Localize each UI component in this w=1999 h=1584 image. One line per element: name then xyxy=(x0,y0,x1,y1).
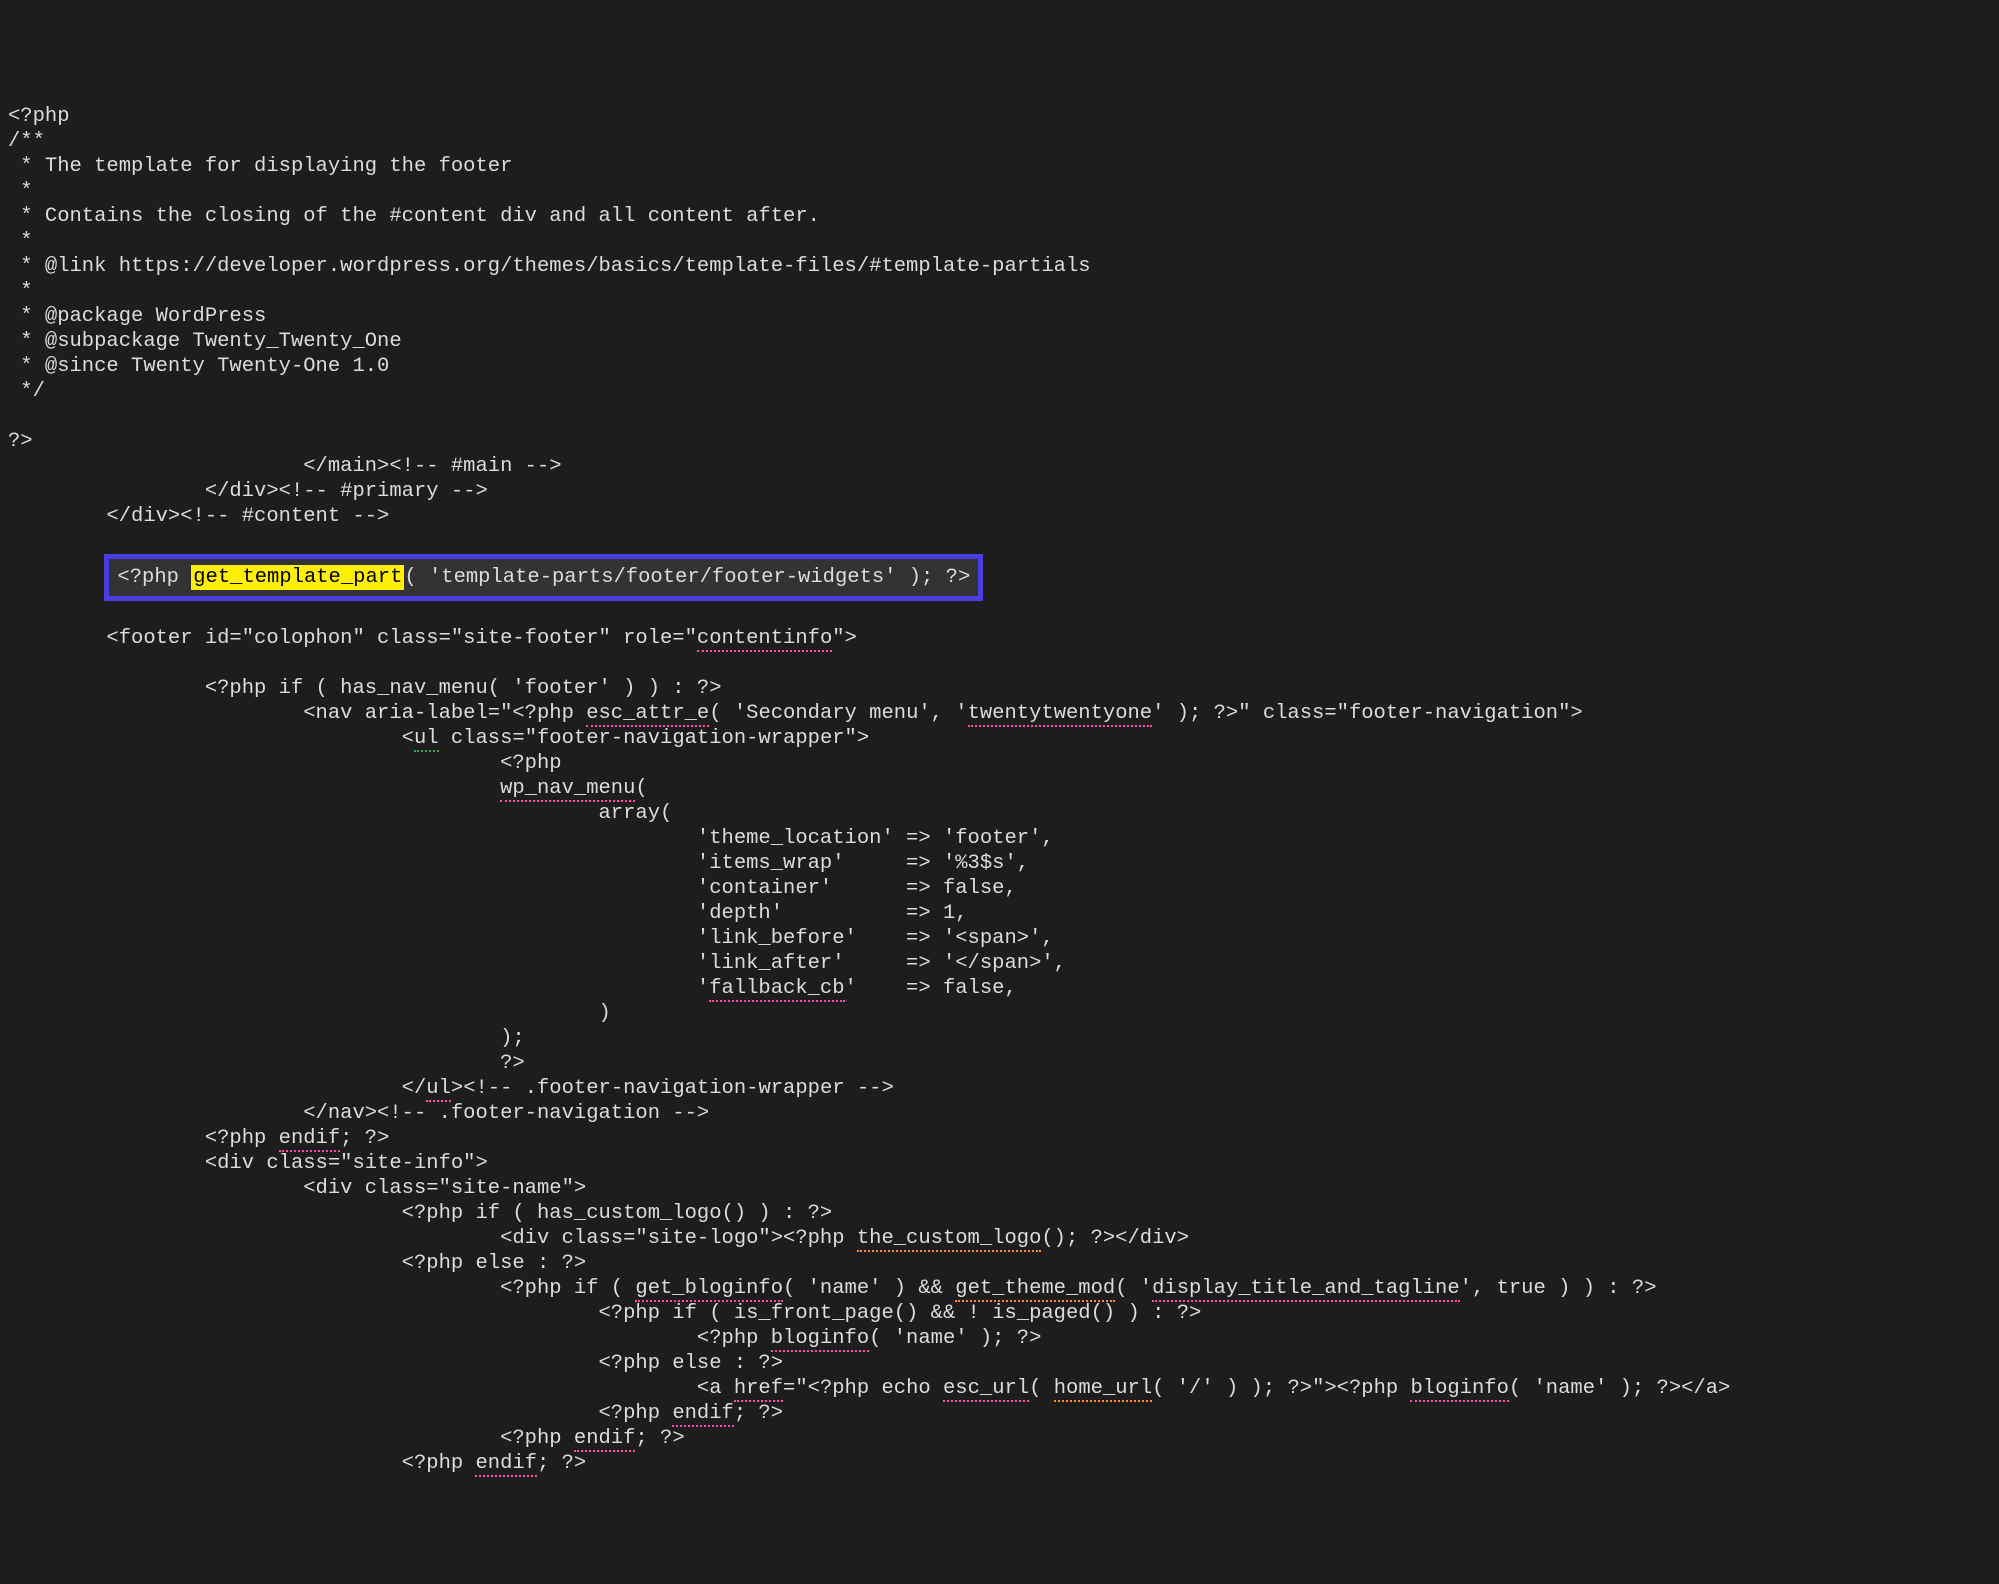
code-line: <?php bloginfo( 'name' ); ?> xyxy=(8,1327,1041,1352)
code-line: array( xyxy=(8,802,672,825)
code-line: <?php endif; ?> xyxy=(8,1127,389,1152)
code-line: 'fallback_cb' => false, xyxy=(8,977,1017,1002)
code-line: /** xyxy=(8,130,45,153)
code-line: * @package WordPress xyxy=(8,305,266,328)
code-line: <?php else : ?> xyxy=(8,1252,586,1275)
code-line: */ xyxy=(8,380,45,403)
code-editor[interactable]: <?php /** * The template for displaying … xyxy=(8,79,1991,1476)
code-line: * @link https://developer.wordpress.org/… xyxy=(8,255,1091,278)
code-line: <?php endif; ?> xyxy=(8,1452,586,1477)
code-line: 'depth' => 1, xyxy=(8,902,968,925)
code-line: 'link_before' => '<span>', xyxy=(8,927,1054,950)
code-line: <?php endif; ?> xyxy=(8,1402,783,1427)
highlighted-line: <?php get_template_part( 'template-parts… xyxy=(104,554,983,601)
code-line: </nav><!-- .footer-navigation --> xyxy=(8,1102,709,1125)
code-line: <a href="<?php echo esc_url( home_url( '… xyxy=(8,1377,1730,1402)
code-line: ) xyxy=(8,1002,611,1025)
code-line: * xyxy=(8,180,33,203)
code-line: <?php endif; ?> xyxy=(8,1427,685,1452)
code-line: <ul class="footer-navigation-wrapper"> xyxy=(8,727,869,752)
code-line: </ul><!-- .footer-navigation-wrapper --> xyxy=(8,1077,894,1102)
code-line: </div><!-- #primary --> xyxy=(8,480,488,503)
code-line: 'theme_location' => 'footer', xyxy=(8,827,1054,850)
code-line: </div><!-- #content --> xyxy=(8,505,389,528)
code-line: <div class="site-name"> xyxy=(8,1177,586,1200)
code-line: * The template for displaying the footer xyxy=(8,155,512,178)
code-line: * xyxy=(8,280,33,303)
code-line: * Contains the closing of the #content d… xyxy=(8,205,820,228)
code-line: ); xyxy=(8,1027,525,1050)
code-line: wp_nav_menu( xyxy=(8,777,648,802)
code-line: ?> xyxy=(8,430,33,453)
code-line: <footer id="colophon" class="site-footer… xyxy=(8,627,857,652)
code-line: <?php if ( has_custom_logo() ) : ?> xyxy=(8,1202,832,1225)
code-line: <?php if ( has_nav_menu( 'footer' ) ) : … xyxy=(8,677,722,700)
code-line: <div class="site-info"> xyxy=(8,1152,488,1175)
code-line: * xyxy=(8,230,33,253)
code-line: <nav aria-label="<?php esc_attr_e( 'Seco… xyxy=(8,702,1583,727)
code-line: * @since Twenty Twenty-One 1.0 xyxy=(8,355,389,378)
code-line: 'items_wrap' => '%3$s', xyxy=(8,852,1029,875)
code-line: <?php xyxy=(8,752,562,775)
highlighted-function: get_template_part xyxy=(191,565,404,590)
code-line: 'link_after' => '</span>', xyxy=(8,952,1066,975)
code-line: <?php if ( is_front_page() && ! is_paged… xyxy=(8,1302,1201,1325)
code-line: <div class="site-logo"><?php the_custom_… xyxy=(8,1227,1189,1252)
code-line: 'container' => false, xyxy=(8,877,1017,900)
code-line: </main><!-- #main --> xyxy=(8,455,562,478)
code-line: <?php if ( get_bloginfo( 'name' ) && get… xyxy=(8,1277,1657,1302)
code-line: <?php xyxy=(8,105,70,128)
code-line: * @subpackage Twenty_Twenty_One xyxy=(8,330,402,353)
code-line: <?php else : ?> xyxy=(8,1352,783,1375)
code-line: ?> xyxy=(8,1052,525,1075)
